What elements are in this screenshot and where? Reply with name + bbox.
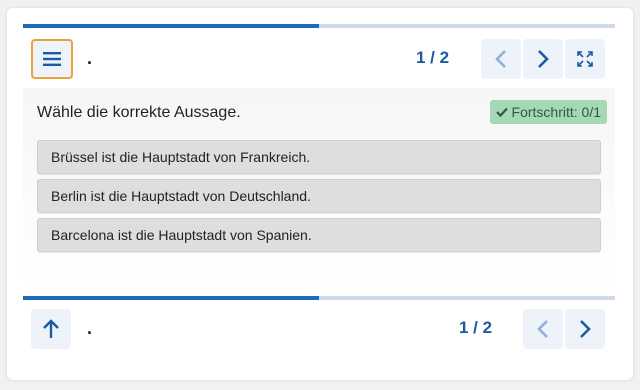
answer-option-label: Brüssel ist die Hauptstadt von Frankreic… xyxy=(51,149,311,165)
bottom-progress-bar xyxy=(23,296,615,300)
chevron-right-icon xyxy=(536,49,550,69)
answer-option-label: Berlin ist die Hauptstadt von Deutschlan… xyxy=(51,188,311,204)
top-progress-fill xyxy=(23,24,319,28)
answer-option[interactable]: Berlin ist die Hauptstadt von Deutschlan… xyxy=(37,179,601,213)
footer-next-page-button[interactable] xyxy=(565,309,605,349)
menu-button[interactable] xyxy=(31,39,73,79)
scroll-up-button[interactable] xyxy=(31,309,71,349)
chevron-left-icon xyxy=(494,49,508,69)
fullscreen-button[interactable] xyxy=(565,39,605,79)
quiz-card: . 1 / 2 Wähle die korrekte Aussage. Fort… xyxy=(7,8,633,380)
footer-prev-page-button[interactable] xyxy=(523,309,563,349)
progress-badge: Fortschritt: 0/1 xyxy=(489,100,607,124)
answer-options: Brüssel ist die Hauptstadt von Frankreic… xyxy=(37,140,601,257)
progress-badge-label: Fortschritt: 0/1 xyxy=(511,104,601,120)
menu-icon xyxy=(43,52,61,66)
bottom-progress-fill xyxy=(23,296,319,300)
check-icon xyxy=(495,107,508,117)
fullscreen-icon xyxy=(577,51,593,67)
answer-option-label: Barcelona ist die Hauptstadt von Spanien… xyxy=(51,227,312,243)
header-title: . xyxy=(87,48,93,68)
prev-page-button[interactable] xyxy=(481,39,521,79)
answer-option[interactable]: Brüssel ist die Hauptstadt von Frankreic… xyxy=(37,140,601,174)
question-prompt: Wähle die korrekte Aussage. xyxy=(37,104,241,121)
top-progress-bar xyxy=(23,24,615,28)
footer-page-counter: 1 / 2 xyxy=(459,318,493,337)
header-page-counter: 1 / 2 xyxy=(416,48,450,67)
arrow-up-icon xyxy=(42,319,60,339)
next-page-button[interactable] xyxy=(523,39,563,79)
question-panel: Wähle die korrekte Aussage. Fortschritt:… xyxy=(23,88,615,288)
footer-title: . xyxy=(87,318,93,338)
chevron-left-icon xyxy=(536,319,550,339)
chevron-right-icon xyxy=(578,319,592,339)
answer-option[interactable]: Barcelona ist die Hauptstadt von Spanien… xyxy=(37,218,601,252)
